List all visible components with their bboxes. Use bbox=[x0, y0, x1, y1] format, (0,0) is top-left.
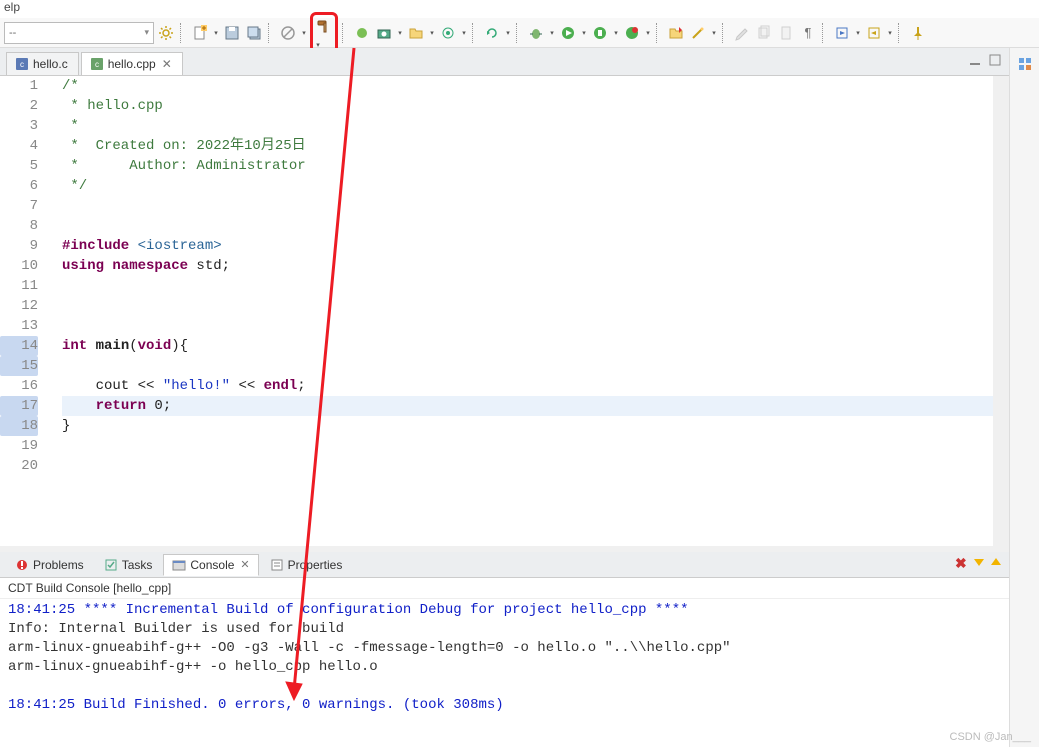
watermark: CSDN @Jan___ bbox=[950, 731, 1031, 743]
folder-dropdown[interactable]: ▾ bbox=[428, 29, 436, 37]
stop-build-icon[interactable] bbox=[278, 23, 298, 43]
code-line[interactable] bbox=[62, 276, 1009, 296]
code-line[interactable]: * bbox=[62, 116, 1009, 136]
fold-strip[interactable] bbox=[48, 76, 62, 546]
console-line: arm-linux-gnueabihf-g++ -O0 -g3 -Wall -c… bbox=[8, 639, 1001, 658]
coverage-dropdown[interactable]: ▾ bbox=[612, 29, 620, 37]
open-folder-icon[interactable] bbox=[406, 23, 426, 43]
bottom-tab-problems[interactable]: Problems bbox=[6, 554, 93, 576]
refresh-dropdown[interactable]: ▾ bbox=[504, 29, 512, 37]
code-editor[interactable]: 1234567891011121314151617181920 /* * hel… bbox=[0, 76, 1009, 546]
refresh-icon[interactable] bbox=[482, 23, 502, 43]
maximize-view-icon[interactable] bbox=[987, 52, 1003, 68]
code-line[interactable]: * Author: Administrator bbox=[62, 156, 1009, 176]
new-cpp-class-icon[interactable] bbox=[352, 23, 372, 43]
editor-tab-hello-cpp[interactable]: chello.cpp✕ bbox=[81, 52, 183, 75]
profile-icon[interactable] bbox=[622, 23, 642, 43]
bottom-tab-tasks[interactable]: Tasks bbox=[95, 554, 162, 576]
code-line[interactable]: return 0; bbox=[62, 396, 1009, 416]
code-line[interactable]: using namespace std; bbox=[62, 256, 1009, 276]
coverage-icon[interactable] bbox=[590, 23, 610, 43]
properties-icon bbox=[270, 558, 284, 572]
wand-icon[interactable] bbox=[688, 23, 708, 43]
bottom-tab-console[interactable]: Console✕ bbox=[163, 554, 258, 576]
code-line[interactable] bbox=[62, 196, 1009, 216]
next-ann-dropdown[interactable]: ▾ bbox=[854, 29, 862, 37]
new-icon[interactable] bbox=[190, 23, 210, 43]
console-line: Info: Internal Builder is used for build bbox=[8, 620, 1001, 639]
stop-dropdown[interactable]: ▾ bbox=[300, 29, 308, 37]
console-up-icon[interactable] bbox=[989, 555, 1003, 569]
debug-icon[interactable] bbox=[526, 23, 546, 43]
paste-icon[interactable] bbox=[776, 23, 796, 43]
next-annotation-icon[interactable] bbox=[832, 23, 852, 43]
save-icon[interactable] bbox=[222, 23, 242, 43]
code-line[interactable] bbox=[62, 216, 1009, 236]
code-content[interactable]: /* * hello.cpp * * Created on: 2022年10月2… bbox=[62, 76, 1009, 546]
editor-tab-bar: chello.cchello.cpp✕ bbox=[0, 48, 1009, 76]
run-dropdown[interactable]: ▾ bbox=[580, 29, 588, 37]
gear-icon[interactable] bbox=[156, 23, 176, 43]
code-line[interactable]: * hello.cpp bbox=[62, 96, 1009, 116]
console-line: 18:41:25 Build Finished. 0 errors, 0 war… bbox=[8, 696, 1001, 715]
outline-perspective-icon[interactable] bbox=[1015, 54, 1035, 74]
code-line[interactable] bbox=[62, 296, 1009, 316]
code-line[interactable]: int main(void){ bbox=[62, 336, 1009, 356]
bottom-tab-bar: ProblemsTasksConsole✕Properties ✖ bbox=[0, 552, 1009, 578]
bottom-panel: ProblemsTasksConsole✕Properties ✖ CDT Bu… bbox=[0, 546, 1009, 747]
close-tab-icon[interactable]: ✕ bbox=[162, 57, 172, 71]
launch-config-selector[interactable]: --▾ bbox=[4, 22, 154, 44]
console-line: arm-linux-gnueabihf-g++ -o hello_cpp hel… bbox=[8, 658, 1001, 677]
code-line[interactable]: cout << "hello!" << endl; bbox=[62, 376, 1009, 396]
code-line[interactable]: * Created on: 2022年10月25日 bbox=[62, 136, 1009, 156]
profile-dropdown[interactable]: ▾ bbox=[644, 29, 652, 37]
run-icon[interactable] bbox=[558, 23, 578, 43]
wand-dropdown[interactable]: ▾ bbox=[710, 29, 718, 37]
perspective-strip bbox=[1009, 48, 1039, 747]
minimize-view-icon[interactable] bbox=[967, 52, 983, 68]
pin-icon[interactable] bbox=[908, 23, 928, 43]
debug-dropdown[interactable]: ▾ bbox=[548, 29, 556, 37]
save-all-icon[interactable] bbox=[244, 23, 264, 43]
code-line[interactable]: */ bbox=[62, 176, 1009, 196]
target-dropdown[interactable]: ▾ bbox=[460, 29, 468, 37]
code-line[interactable] bbox=[62, 356, 1009, 376]
camera-icon[interactable] bbox=[374, 23, 394, 43]
code-line[interactable]: #include <iostream> bbox=[62, 236, 1009, 256]
ext-tools-icon[interactable] bbox=[666, 23, 686, 43]
problems-icon bbox=[15, 558, 29, 572]
code-line[interactable]: /* bbox=[62, 76, 1009, 96]
console-down-icon[interactable] bbox=[972, 555, 986, 569]
console-icon bbox=[172, 558, 186, 572]
console-output[interactable]: 18:41:25 **** Incremental Build of confi… bbox=[0, 599, 1009, 747]
prev-annotation-icon[interactable] bbox=[864, 23, 884, 43]
editor-scrollbar[interactable] bbox=[993, 76, 1009, 546]
main-toolbar: --▾ ▾ ▾ ▾ ▾ ▾ ▾ ▾ ▾ ▾ ▾ ▾ ▾ ¶ ▾ ▾ bbox=[0, 18, 1039, 48]
line-gutter[interactable]: 1234567891011121314151617181920 bbox=[0, 76, 48, 546]
console-line bbox=[8, 677, 1001, 696]
bottom-tab-properties[interactable]: Properties bbox=[261, 554, 352, 576]
code-line[interactable] bbox=[62, 316, 1009, 336]
new-dropdown[interactable]: ▾ bbox=[212, 29, 220, 37]
console-title: CDT Build Console [hello_cpp] bbox=[0, 578, 1009, 599]
close-console-icon[interactable]: ✖ bbox=[955, 555, 969, 569]
menu-fragment: elp bbox=[0, 0, 1039, 18]
build-hammer-icon[interactable] bbox=[314, 16, 334, 36]
svg-text:c: c bbox=[95, 60, 99, 69]
tasks-icon bbox=[104, 558, 118, 572]
code-line[interactable] bbox=[62, 456, 1009, 476]
toggle-mark-icon[interactable]: ¶ bbox=[798, 23, 818, 43]
prev-ann-dropdown[interactable]: ▾ bbox=[886, 29, 894, 37]
console-line: 18:41:25 **** Incremental Build of confi… bbox=[8, 601, 1001, 620]
copy-icon[interactable] bbox=[754, 23, 774, 43]
camera-dropdown[interactable]: ▾ bbox=[396, 29, 404, 37]
edit-icon[interactable] bbox=[732, 23, 752, 43]
editor-tab-hello-c[interactable]: chello.c bbox=[6, 52, 79, 75]
close-icon[interactable]: ✕ bbox=[240, 558, 249, 571]
code-line[interactable] bbox=[62, 436, 1009, 456]
target-icon[interactable] bbox=[438, 23, 458, 43]
svg-text:c: c bbox=[20, 60, 24, 69]
code-line[interactable]: } bbox=[62, 416, 1009, 436]
